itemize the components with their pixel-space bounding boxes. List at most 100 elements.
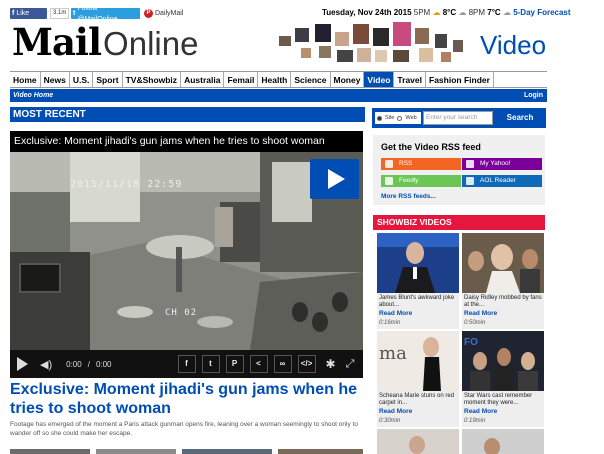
showbiz-video-card[interactable]: James Blunt's awkward joke about... Read… xyxy=(377,233,459,329)
nav-item-science[interactable]: Science xyxy=(291,72,331,87)
video-duration: 0:19min xyxy=(464,418,486,424)
forecast-icon: ☁ xyxy=(502,8,511,17)
video-collage-banner xyxy=(272,21,472,65)
nav-item-home[interactable]: Home xyxy=(10,72,41,87)
yahoo-button[interactable]: My Yahoo! xyxy=(462,158,542,170)
video-thumbnail: ma xyxy=(377,331,459,391)
embed-icon[interactable]: </> xyxy=(297,355,316,373)
main-nav: Home News U.S. Sport TV&Showbiz Australi… xyxy=(10,71,547,88)
rss-title: Get the Video RSS feed xyxy=(381,142,481,152)
svg-text:ma: ma xyxy=(379,343,407,364)
play-icon[interactable] xyxy=(17,357,28,371)
site-radio[interactable] xyxy=(377,115,382,121)
rss-icon xyxy=(385,160,393,168)
showbiz-video-card[interactable] xyxy=(462,429,544,454)
weather-bar: Tuesday, Nov 24th 2015 5PM ☁ 8°C ☁ 8PM 7… xyxy=(322,7,571,19)
cctv-timestamp: 2015/11/18 22:59 xyxy=(70,179,183,190)
search-bar: Site Web Enter your search Search xyxy=(372,108,546,128)
nav-item-us[interactable]: U.S. xyxy=(70,72,94,87)
search-button[interactable]: Search xyxy=(496,111,544,125)
mailonline-logo[interactable]: Mail Online xyxy=(12,20,198,64)
pinterest-share-icon[interactable]: P xyxy=(225,355,244,373)
fullscreen-icon[interactable]: ⤢ xyxy=(346,358,355,371)
svg-text:FO: FO xyxy=(464,337,478,348)
twitter-icon: t xyxy=(73,10,76,17)
video-thumbnail: FO xyxy=(462,331,544,391)
nav-item-fashion-finder[interactable]: Fashion Finder xyxy=(426,72,494,87)
sub-nav: Video Home Login xyxy=(10,89,547,102)
cloud-icon: ☁ xyxy=(458,8,467,17)
facebook-icon: f xyxy=(12,10,15,17)
search-input[interactable]: Enter your search xyxy=(423,111,493,125)
most-recent-heading: MOST RECENT xyxy=(10,107,365,122)
feedly-icon xyxy=(385,177,393,185)
web-radio[interactable] xyxy=(397,115,403,121)
sun-icon: ☁ xyxy=(432,8,441,17)
pinterest-follow-button[interactable]: P DailyMail xyxy=(144,8,183,19)
weather-time-1: 5PM xyxy=(413,8,431,17)
video-headline[interactable]: Exclusive: Moment jihadi's gun jams when… xyxy=(10,380,365,418)
video-duration: 0:50min xyxy=(464,320,486,326)
showbiz-videos-heading: SHOWBIZ VIDEOS xyxy=(373,215,545,230)
more-rss-link[interactable]: More RSS feeds... xyxy=(381,193,436,200)
nav-item-news[interactable]: News xyxy=(41,72,70,87)
facebook-share-icon[interactable]: f xyxy=(177,355,196,373)
aol-icon xyxy=(466,177,474,185)
facebook-like-button[interactable]: f Like xyxy=(10,8,47,19)
aol-reader-button[interactable]: AOL Reader xyxy=(462,175,542,187)
nav-item-tvshowbiz[interactable]: TV&Showbiz xyxy=(123,72,182,87)
settings-gear-icon[interactable]: ✱ xyxy=(326,357,336,371)
nav-item-sport[interactable]: Sport xyxy=(93,72,123,87)
rss-feed-box: Get the Video RSS feed RSS My Yahoo! Fee… xyxy=(373,135,545,205)
weather-temp-1: 8°C xyxy=(442,8,457,17)
duration-time: 0:00 xyxy=(95,359,112,369)
video-controls: ◀) 0:00 / 0:00 f t P < ∞ </> ✱ ⤢ xyxy=(10,350,363,378)
time-separator: / xyxy=(87,359,90,369)
read-more-link[interactable]: Read More xyxy=(379,408,412,415)
rss-button[interactable]: RSS xyxy=(381,158,461,170)
facebook-like-count: 3.1m xyxy=(50,8,70,19)
nav-item-australia[interactable]: Australia xyxy=(181,72,225,87)
pinterest-icon: P xyxy=(144,9,153,18)
video-player[interactable]: Exclusive: Moment jihadi's gun jams when… xyxy=(10,131,363,350)
nav-item-travel[interactable]: Travel xyxy=(394,72,426,87)
nav-item-health[interactable]: Health xyxy=(258,72,292,87)
link-icon[interactable]: ∞ xyxy=(273,355,292,373)
video-summary: Footage has emerged of the moment a Pari… xyxy=(10,421,358,437)
read-more-link[interactable]: Read More xyxy=(379,310,412,317)
twitter-follow-button[interactable]: t Follow @MailOnline xyxy=(71,5,140,23)
current-time: 0:00 xyxy=(66,359,82,369)
nav-item-video[interactable]: Video xyxy=(364,72,395,87)
section-title: Video xyxy=(480,30,547,60)
login-link[interactable]: Login xyxy=(524,89,543,102)
video-thumbnail xyxy=(377,233,459,293)
weather-time-2: 8PM xyxy=(468,8,486,17)
nav-item-money[interactable]: Money xyxy=(331,72,365,87)
twitter-share-icon[interactable]: t xyxy=(201,355,220,373)
volume-icon[interactable]: ◀) xyxy=(40,358,52,371)
cctv-camera-label: CH 02 xyxy=(165,308,198,318)
video-thumbnail xyxy=(462,429,544,454)
page: f Like 3.1m t Follow @MailOnline P Daily… xyxy=(0,0,604,454)
video-thumbnail xyxy=(462,233,544,293)
weather-temp-2: 7°C xyxy=(487,8,501,17)
video-duration: 0:30min xyxy=(379,418,401,424)
play-icon xyxy=(328,169,345,189)
showbiz-video-card[interactable]: ma Scheana Marie stuns on red carpet in.… xyxy=(377,331,459,427)
big-play-button[interactable] xyxy=(310,159,359,199)
date-text: Tuesday, Nov 24th 2015 xyxy=(322,8,412,17)
yahoo-icon xyxy=(466,160,474,168)
read-more-link[interactable]: Read More xyxy=(464,310,497,317)
showbiz-video-card[interactable]: Daisy Ridley mobbed by fans at the... Re… xyxy=(462,233,544,329)
share-icon[interactable]: < xyxy=(249,355,268,373)
read-more-link[interactable]: Read More xyxy=(464,408,497,415)
showbiz-video-card[interactable] xyxy=(377,429,459,454)
nav-item-femail[interactable]: Femail xyxy=(224,72,259,87)
video-player-title: Exclusive: Moment jihadi's gun jams when… xyxy=(10,131,363,152)
forecast-link[interactable]: 5-Day Forecast xyxy=(513,8,570,17)
showbiz-video-card[interactable]: FO Star Wars cast remember moment they w… xyxy=(462,331,544,427)
video-home-link[interactable]: Video Home xyxy=(13,89,53,102)
video-duration: 0:16min xyxy=(379,320,401,326)
feedly-button[interactable]: Feedly xyxy=(381,175,461,187)
search-scope: Site Web xyxy=(375,112,421,124)
